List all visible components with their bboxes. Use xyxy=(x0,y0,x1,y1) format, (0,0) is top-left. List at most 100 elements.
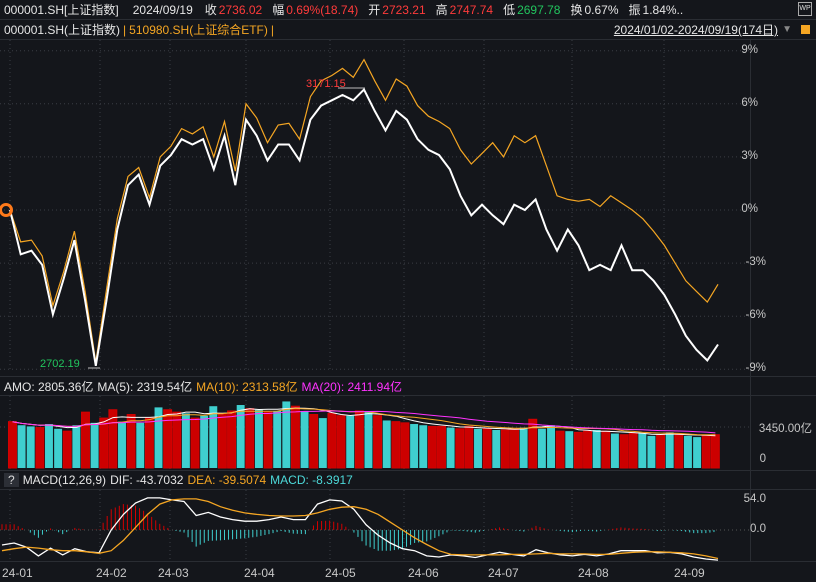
volume-bar-up xyxy=(391,421,401,469)
y-tick-label: 0% xyxy=(741,203,758,215)
high-value: 2747.74 xyxy=(449,2,494,17)
volume-bar-down xyxy=(236,405,245,468)
volume-bar-up xyxy=(510,428,519,469)
volume-bar-down xyxy=(474,428,482,468)
volume-bar-down xyxy=(300,410,309,468)
volume-bar-up xyxy=(217,412,227,469)
volume-bar-up xyxy=(464,425,474,469)
volume-bar-up xyxy=(163,409,173,469)
x-tick-label: 24-02 xyxy=(96,566,127,580)
volume-bar-down xyxy=(665,432,674,468)
quote-date: 2024/09/19 xyxy=(132,2,193,17)
volume-bar-up xyxy=(500,429,510,469)
volume-bar-down xyxy=(26,426,35,468)
amo-value: AMO: 2805.36亿 xyxy=(4,379,94,394)
amplitude-label: 振 xyxy=(628,3,641,17)
volume-bar-up xyxy=(656,434,666,469)
main-symbol[interactable]: 000001.SH(上证指数) xyxy=(4,21,120,38)
macd-value: MACD: -8.3917 xyxy=(270,473,353,487)
volume-bar-up xyxy=(400,422,410,469)
volume-bar-down xyxy=(547,425,555,468)
volume-bar-down xyxy=(693,437,702,468)
volume-bar-up xyxy=(327,412,337,469)
volume-bar-down xyxy=(17,425,26,468)
x-tick-label: 24-06 xyxy=(408,566,439,580)
volume-bar-down xyxy=(382,420,391,468)
volume-bar-down xyxy=(273,410,282,468)
x-tick-label: 24-09 xyxy=(674,566,705,580)
volume-bar-up xyxy=(227,410,237,469)
volume-bar-down xyxy=(592,429,601,468)
volume-bar-up xyxy=(674,434,684,469)
volume-bar-up xyxy=(263,411,273,469)
volume-bar-down xyxy=(200,415,209,468)
y-tick-label: -3% xyxy=(745,256,766,269)
y-tick-label: -6% xyxy=(745,309,766,322)
turnover-value: 0.67% xyxy=(584,2,619,17)
y-tick-label: 9% xyxy=(741,43,758,56)
volume-bar-down xyxy=(346,415,355,468)
dropdown-icon[interactable]: ▼ xyxy=(782,24,792,35)
volume-bar-down xyxy=(318,418,327,468)
macd-dif: DIF: -43.7032 xyxy=(110,473,184,487)
macd-title: MACD(12,26,9) xyxy=(22,473,107,487)
volume-bar-up xyxy=(601,430,611,469)
macd-axis-top: 54.0 xyxy=(743,493,766,505)
volume-bar-down xyxy=(565,431,574,468)
volume-bar-down xyxy=(446,427,455,468)
compare-header: 000001.SH(上证指数) | 510980.SH(上证综合ETF) | 2… xyxy=(0,20,816,40)
volume-bar-up xyxy=(455,428,465,469)
series-line-510980-sh xyxy=(9,58,719,363)
quote-header: 000001.SH[上证指数] 2024/09/19 收 2736.02 幅 0.6… xyxy=(0,0,816,20)
change-value: 0.69%(18.74) xyxy=(286,2,359,17)
volume-bar-up xyxy=(628,433,638,469)
y-tick-label: 3% xyxy=(741,149,758,162)
turnover-label: 换 xyxy=(570,3,583,17)
date-range[interactable]: 2024/01/02-2024/09/19(174日) xyxy=(614,21,778,38)
change-label: 幅 xyxy=(272,3,285,17)
macd-chart[interactable]: 54.0 0.0 xyxy=(0,490,816,562)
volume-bar-up xyxy=(8,421,17,469)
volume-bar-up xyxy=(190,417,200,469)
volume-bar-down xyxy=(209,406,218,468)
volume-bar-down xyxy=(72,425,81,468)
volume-bar-up xyxy=(81,411,90,469)
volume-bar-up xyxy=(555,430,565,469)
lock-icon[interactable] xyxy=(801,25,810,34)
volume-bar-up xyxy=(373,415,383,469)
volume-header: AMO: 2805.36亿 MA(5): 2319.54亿 MA(10): 23… xyxy=(0,376,816,396)
volume-bar-down xyxy=(90,422,99,468)
x-tick-label: 24-04 xyxy=(244,566,275,580)
separator: | xyxy=(270,22,275,37)
volume-bar-up xyxy=(35,427,45,469)
vol-axis-zero: 0 xyxy=(759,453,766,465)
volume-bar-down xyxy=(647,435,656,468)
volume-bar-up xyxy=(99,417,109,469)
volume-bar-up xyxy=(619,434,629,469)
vol-axis-mid: 3450.00亿 xyxy=(758,423,812,435)
x-tick-label: 24-01 xyxy=(2,566,33,580)
volume-bar-down xyxy=(492,429,501,468)
volume-chart[interactable]: 3450.00亿 0 xyxy=(0,396,816,470)
open-label: 开 xyxy=(368,3,381,17)
separator: | xyxy=(123,22,127,37)
macd-axis-zero: 0.0 xyxy=(750,523,766,535)
x-tick-label: 24-08 xyxy=(578,566,609,580)
volume-bar-up xyxy=(573,431,583,469)
low-label: 低 xyxy=(503,3,516,17)
volume-bar-down xyxy=(419,425,428,468)
wp-icon[interactable]: WP xyxy=(798,2,812,16)
volume-bar-down xyxy=(118,421,126,468)
macd-dea: DEA: -39.5074 xyxy=(187,473,267,487)
help-button[interactable]: ? xyxy=(4,473,19,487)
price-chart[interactable]: 9% 6% 3% 0% -3% -6% -9% 3171.15 2702.19 xyxy=(0,40,816,374)
high-label: 高 xyxy=(435,3,448,17)
compare-symbol[interactable]: 510980.SH(上证综合ETF) xyxy=(129,21,268,38)
volume-bar-up xyxy=(437,425,446,469)
high-annotation: 3171.15 xyxy=(306,78,346,90)
low-annotation: 2702.19 xyxy=(40,358,80,370)
volume-bar-up xyxy=(336,415,346,469)
volume-bar-down xyxy=(54,428,63,468)
x-tick-label: 24-03 xyxy=(158,566,189,580)
volume-bar-down xyxy=(410,424,419,468)
